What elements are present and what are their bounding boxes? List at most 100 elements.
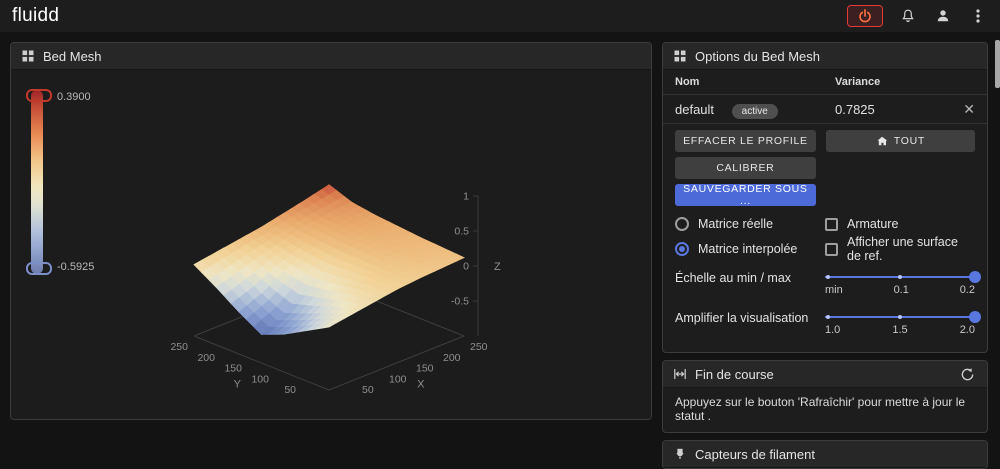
slider-tick-mark <box>898 315 902 319</box>
home-all-label: TOUT <box>893 135 925 147</box>
scale-slider-label: Échelle au min / max <box>675 271 792 285</box>
endstops-panel-header[interactable]: Fin de course <box>663 361 987 388</box>
svg-text:-0.5: -0.5 <box>451 296 469 308</box>
endstops-panel: Fin de course Appuyez sur le bouton 'Raf… <box>662 360 988 433</box>
profile-name-cell: default active <box>675 101 835 119</box>
colorbar: 0.3900 -0.5925 <box>23 89 143 275</box>
kebab-menu-icon <box>970 8 986 24</box>
topbar-actions <box>847 5 988 27</box>
user-button[interactable] <box>933 6 953 26</box>
tick-label: 0.1 <box>893 284 909 296</box>
grid-icon <box>673 49 687 63</box>
colorbar-min-value: -0.5925 <box>57 261 95 273</box>
amplify-slider-row: Amplifier la visualisation 1.0 1.5 2.0 <box>675 310 981 344</box>
svg-text:250: 250 <box>470 341 488 353</box>
radio-interpolated-matrix-label: Matrice interpolée <box>698 242 798 256</box>
colorbar-min-marker <box>26 262 52 275</box>
bed-mesh-title: Bed Mesh <box>43 48 102 64</box>
slider-tick-mark <box>826 275 830 279</box>
mesh-display-controls: Matrice réelle Matrice interpolée Armatu… <box>663 209 987 263</box>
options-panel-title: Options du Bed Mesh <box>695 48 821 64</box>
svg-text:1: 1 <box>463 191 469 203</box>
svg-text:250: 250 <box>170 341 188 353</box>
scale-slider[interactable]: min 0.1 0.2 <box>825 270 981 304</box>
main-content: Bed Mesh 0.3900 -0.5925 -0.5 0 0.5 1 Z 50 100 1… <box>0 32 1000 469</box>
bed-mesh-plot-area: 0.3900 -0.5925 -0.5 0 0.5 1 Z 50 100 150 200 250 5… <box>11 70 651 418</box>
remove-profile-button[interactable]: ✕ <box>955 101 975 118</box>
checkbox-wireframe[interactable]: Armature <box>825 215 975 233</box>
amplify-slider-label: Amplifier la visualisation <box>675 311 809 325</box>
svg-text:0.5: 0.5 <box>454 226 469 238</box>
slider-tick-mark <box>826 315 830 319</box>
filament-panel-title: Capteurs de filament <box>695 446 815 462</box>
notifications-button[interactable] <box>898 6 918 26</box>
grid-icon <box>21 49 35 63</box>
overflow-menu-button[interactable] <box>968 6 988 26</box>
colorbar-max-marker <box>26 89 52 102</box>
svg-text:150: 150 <box>224 363 242 375</box>
svg-text:X: X <box>417 378 425 390</box>
checkbox-ref-surface-label: Afficher une surface de ref. <box>847 235 958 263</box>
column-header-name: Nom <box>675 76 700 88</box>
column-header-variance: Variance <box>835 76 881 88</box>
topbar: fluidd <box>0 0 1000 32</box>
bed-mesh-panel-header[interactable]: Bed Mesh <box>11 43 651 70</box>
slider-thumb[interactable] <box>969 271 981 283</box>
slider-thumb[interactable] <box>969 311 981 323</box>
options-panel-header[interactable]: Options du Bed Mesh <box>663 43 987 70</box>
filament-panel-header[interactable]: Capteurs de filament <box>663 441 987 468</box>
tick-label: 1.0 <box>825 324 841 336</box>
filament-sensors-panel: Capteurs de filament <box>662 440 988 469</box>
svg-text:0: 0 <box>463 261 469 273</box>
svg-text:50: 50 <box>362 384 374 396</box>
app-logo[interactable]: fluidd <box>12 5 59 27</box>
slider-tick-labels: 1.0 1.5 2.0 <box>825 324 975 336</box>
emergency-stop-button[interactable] <box>847 5 883 27</box>
scrollbar[interactable] <box>995 40 1000 88</box>
refresh-endstops-button[interactable] <box>957 364 977 384</box>
radio-icon <box>675 242 689 256</box>
tick-label: min <box>825 284 843 296</box>
colorbar-gradient <box>31 90 43 274</box>
home-all-button[interactable]: TOUT <box>825 130 975 152</box>
profile-row[interactable]: default active 0.7825 ✕ <box>663 95 987 124</box>
power-icon <box>857 8 873 24</box>
radio-real-matrix[interactable]: Matrice réelle <box>675 215 825 233</box>
slider-tick-mark <box>898 275 902 279</box>
svg-text:200: 200 <box>197 352 215 364</box>
svg-text:100: 100 <box>389 373 407 385</box>
profile-variance: 0.7825 <box>835 101 875 117</box>
clear-profile-button[interactable]: EFFACER LE PROFILE <box>675 130 816 152</box>
svg-text:50: 50 <box>284 384 296 396</box>
endstop-icon <box>673 367 687 381</box>
profile-name: default <box>675 101 715 117</box>
tick-label: 2.0 <box>959 324 975 336</box>
bed-mesh-options-panel: Options du Bed Mesh Nom Variance default… <box>662 42 988 353</box>
options-buttons: EFFACER LE PROFILE TOUT CALIBRER SAUVEGA… <box>663 124 987 209</box>
endstops-message: Appuyez sur le bouton 'Rafraîchir' pour … <box>675 395 966 423</box>
svg-text:200: 200 <box>443 352 461 364</box>
refresh-icon <box>960 367 975 382</box>
person-icon <box>935 8 951 24</box>
svg-text:150: 150 <box>416 363 434 375</box>
svg-text:Z: Z <box>494 261 501 273</box>
svg-text:100: 100 <box>251 373 269 385</box>
scale-slider-row: Échelle au min / max min 0.1 0.2 <box>675 270 981 304</box>
checkbox-wireframe-label: Armature <box>847 217 899 231</box>
radio-real-matrix-label: Matrice réelle <box>698 217 774 231</box>
active-badge: active <box>731 103 778 119</box>
radio-interpolated-matrix[interactable]: Matrice interpolée <box>675 240 825 258</box>
save-as-button[interactable]: SAUVEGARDER SOUS ... <box>675 183 816 207</box>
colorbar-max-value: 0.3900 <box>57 91 91 103</box>
endstops-panel-title: Fin de course <box>695 366 774 382</box>
bell-icon <box>900 8 916 24</box>
checkbox-icon <box>825 242 838 256</box>
filament-sensor-icon <box>673 447 687 461</box>
sliders-section: Échelle au min / max min 0.1 0.2 Amplifi… <box>663 260 987 352</box>
calibrate-button[interactable]: CALIBRER <box>675 157 816 179</box>
amplify-slider[interactable]: 1.0 1.5 2.0 <box>825 310 981 344</box>
slider-tick-labels: min 0.1 0.2 <box>825 284 975 296</box>
right-column: Options du Bed Mesh Nom Variance default… <box>662 42 988 469</box>
radio-icon <box>675 217 689 231</box>
checkbox-ref-surface[interactable]: Afficher une surface de ref. <box>825 235 975 263</box>
